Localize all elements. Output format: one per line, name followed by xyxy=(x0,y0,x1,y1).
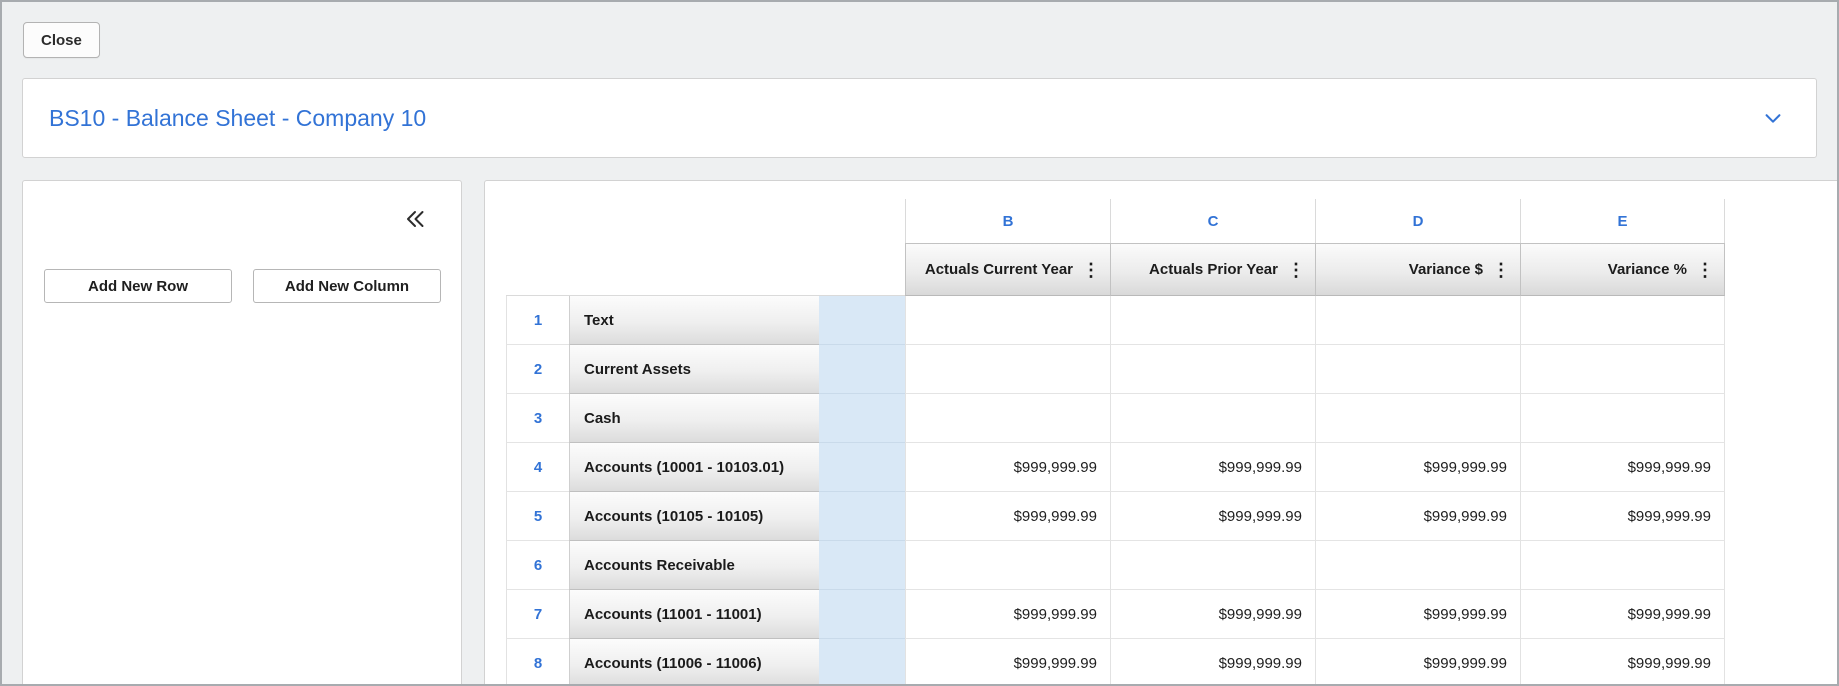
grid-cell[interactable] xyxy=(1110,541,1315,590)
table-row: 4 Accounts (10001 - 10103.01) $999,999.9… xyxy=(506,443,1725,492)
kebab-menu-icon[interactable]: ⋮ xyxy=(1696,261,1714,279)
table-row: 8 Accounts (11006 - 11006) $999,999.99 $… xyxy=(506,639,1725,684)
column-header-variance-dollar[interactable]: Variance $ ⋮ xyxy=(1315,243,1520,296)
row-spacer-cell[interactable] xyxy=(819,590,905,639)
table-row: 5 Accounts (10105 - 10105) $999,999.99 $… xyxy=(506,492,1725,541)
row-number[interactable]: 1 xyxy=(506,296,569,345)
grid-cell[interactable] xyxy=(905,541,1110,590)
report-grid: B C D E Actuals Current Year ⋮ Actuals P… xyxy=(506,199,1725,684)
row-spacer-cell[interactable] xyxy=(819,296,905,345)
collapse-panel-button[interactable] xyxy=(403,207,427,234)
column-header-label: Variance % xyxy=(1607,261,1687,278)
double-chevron-left-icon xyxy=(407,211,424,227)
table-row: 1 Text xyxy=(506,296,1725,345)
row-spacer-cell[interactable] xyxy=(819,345,905,394)
report-selector-title: BS10 - Balance Sheet - Company 10 xyxy=(49,104,427,131)
column-header-label: Actuals Prior Year xyxy=(1149,261,1278,278)
kebab-menu-icon[interactable]: ⋮ xyxy=(1287,261,1305,279)
table-row: 3 Cash xyxy=(506,394,1725,443)
row-number[interactable]: 7 xyxy=(506,590,569,639)
grid-corner xyxy=(506,199,905,243)
grid-corner xyxy=(506,243,905,296)
column-letter-b[interactable]: B xyxy=(905,199,1110,243)
row-spacer-cell[interactable] xyxy=(819,639,905,684)
grid-cell[interactable]: $999,999.99 xyxy=(1315,443,1520,492)
grid-cell[interactable] xyxy=(1315,394,1520,443)
row-label[interactable]: Accounts Receivable xyxy=(569,541,819,590)
table-row: 7 Accounts (11001 - 11001) $999,999.99 $… xyxy=(506,590,1725,639)
row-number[interactable]: 5 xyxy=(506,492,569,541)
row-label[interactable]: Accounts (10001 - 10103.01) xyxy=(569,443,819,492)
grid-cell[interactable]: $999,999.99 xyxy=(1110,639,1315,684)
grid-cell[interactable]: $999,999.99 xyxy=(1110,590,1315,639)
grid-cell[interactable]: $999,999.99 xyxy=(1110,443,1315,492)
row-spacer-cell[interactable] xyxy=(819,541,905,590)
row-number[interactable]: 3 xyxy=(506,394,569,443)
table-row: 6 Accounts Receivable xyxy=(506,541,1725,590)
add-new-column-button[interactable]: Add New Column xyxy=(253,269,441,303)
grid-cell[interactable]: $999,999.99 xyxy=(1520,590,1725,639)
row-label[interactable]: Accounts (10105 - 10105) xyxy=(569,492,819,541)
row-number[interactable]: 4 xyxy=(506,443,569,492)
report-selector[interactable]: BS10 - Balance Sheet - Company 10 xyxy=(22,78,1817,158)
row-number[interactable]: 8 xyxy=(506,639,569,684)
grid-cell[interactable] xyxy=(1520,296,1725,345)
row-label[interactable]: Text xyxy=(569,296,819,345)
row-label[interactable]: Current Assets xyxy=(569,345,819,394)
grid-cell[interactable]: $999,999.99 xyxy=(905,639,1110,684)
row-label[interactable]: Accounts (11006 - 11006) xyxy=(569,639,819,684)
grid-cell[interactable] xyxy=(1315,296,1520,345)
row-column-panel: Add New Row Add New Column xyxy=(22,180,462,684)
grid-cell[interactable]: $999,999.99 xyxy=(1520,639,1725,684)
report-designer-screen: Close BS10 - Balance Sheet - Company 10 … xyxy=(0,0,1839,686)
grid-cell[interactable]: $999,999.99 xyxy=(1315,639,1520,684)
row-spacer-cell[interactable] xyxy=(819,492,905,541)
row-label[interactable]: Accounts (11001 - 11001) xyxy=(569,590,819,639)
grid-cell[interactable] xyxy=(1110,345,1315,394)
column-header-actuals-prior-year[interactable]: Actuals Prior Year ⋮ xyxy=(1110,243,1315,296)
report-grid-panel: B C D E Actuals Current Year ⋮ Actuals P… xyxy=(484,180,1837,684)
kebab-menu-icon[interactable]: ⋮ xyxy=(1492,261,1510,279)
row-number[interactable]: 6 xyxy=(506,541,569,590)
grid-cell[interactable]: $999,999.99 xyxy=(905,492,1110,541)
add-new-row-button[interactable]: Add New Row xyxy=(44,269,232,303)
grid-cell[interactable] xyxy=(905,296,1110,345)
column-letter-d[interactable]: D xyxy=(1315,199,1520,243)
grid-cell[interactable] xyxy=(1110,296,1315,345)
column-header-variance-percent[interactable]: Variance % ⋮ xyxy=(1520,243,1725,296)
chevron-down-icon[interactable] xyxy=(1762,107,1784,129)
grid-cell[interactable] xyxy=(1315,345,1520,394)
column-header-row: Actuals Current Year ⋮ Actuals Prior Yea… xyxy=(506,243,1725,296)
column-header-label: Actuals Current Year xyxy=(924,261,1073,278)
grid-cell[interactable] xyxy=(1315,541,1520,590)
grid-cell[interactable] xyxy=(905,345,1110,394)
grid-cell[interactable]: $999,999.99 xyxy=(1520,443,1725,492)
kebab-menu-icon[interactable]: ⋮ xyxy=(1082,261,1100,279)
grid-cell[interactable] xyxy=(905,394,1110,443)
grid-cell[interactable]: $999,999.99 xyxy=(905,590,1110,639)
table-row: 2 Current Assets xyxy=(506,345,1725,394)
column-letter-c[interactable]: C xyxy=(1110,199,1315,243)
close-button[interactable]: Close xyxy=(23,22,100,58)
row-spacer-cell[interactable] xyxy=(819,394,905,443)
row-spacer-cell[interactable] xyxy=(819,443,905,492)
column-header-actuals-current-year[interactable]: Actuals Current Year ⋮ xyxy=(905,243,1110,296)
grid-cell[interactable]: $999,999.99 xyxy=(905,443,1110,492)
column-header-label: Variance $ xyxy=(1408,261,1483,278)
grid-cell[interactable]: $999,999.99 xyxy=(1110,492,1315,541)
grid-cell[interactable] xyxy=(1520,394,1725,443)
column-letters-row: B C D E xyxy=(506,199,1725,243)
grid-cell[interactable] xyxy=(1520,541,1725,590)
grid-cell[interactable] xyxy=(1520,345,1725,394)
row-label[interactable]: Cash xyxy=(569,394,819,443)
grid-cell[interactable]: $999,999.99 xyxy=(1315,590,1520,639)
column-letter-e[interactable]: E xyxy=(1520,199,1725,243)
grid-cell[interactable]: $999,999.99 xyxy=(1520,492,1725,541)
grid-cell[interactable]: $999,999.99 xyxy=(1315,492,1520,541)
grid-cell[interactable] xyxy=(1110,394,1315,443)
row-number[interactable]: 2 xyxy=(506,345,569,394)
panel-button-group: Add New Row Add New Column xyxy=(44,269,441,303)
